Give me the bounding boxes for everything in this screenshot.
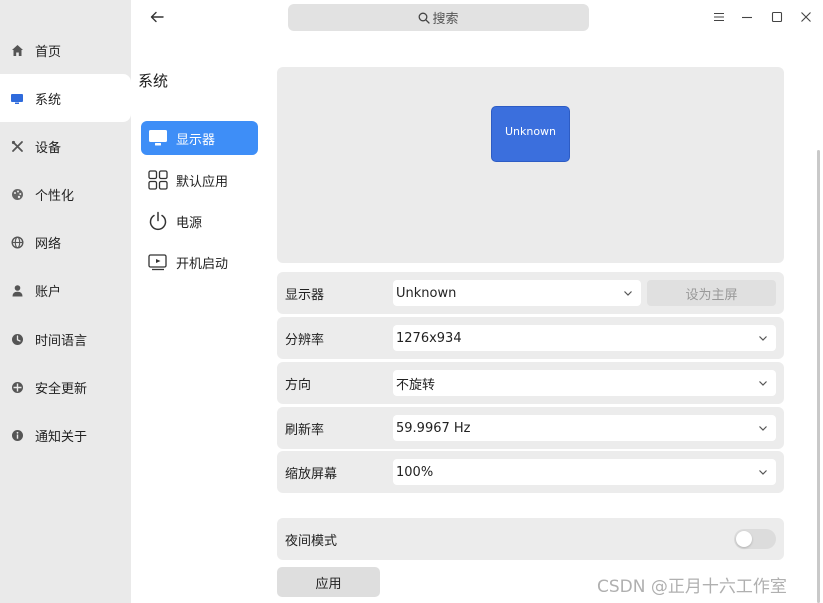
chevron-down-icon bbox=[759, 336, 767, 341]
chevron-down-icon bbox=[624, 291, 632, 296]
display-select[interactable]: Unknown bbox=[393, 280, 641, 306]
nav-item-home[interactable]: 首页 bbox=[0, 26, 131, 74]
nav-item-label: 网络 bbox=[35, 236, 62, 252]
monitor-arrangement-preview: Unknown bbox=[277, 67, 784, 263]
nav-item-security-update[interactable]: 安全更新 bbox=[0, 363, 131, 411]
nav-item-label: 首页 bbox=[35, 44, 62, 60]
globe-icon bbox=[10, 235, 24, 249]
nav-item-label: 账户 bbox=[35, 284, 62, 300]
setting-label: 方向 bbox=[285, 377, 312, 393]
section-title: 系统 bbox=[138, 72, 169, 90]
nav-item-devices[interactable]: 设备 bbox=[0, 122, 131, 170]
set-primary-button[interactable]: 设为主屏 bbox=[647, 280, 776, 306]
subnav-item-label: 显示器 bbox=[176, 132, 216, 148]
watermark: CSDN @正月十六工作室 bbox=[597, 577, 787, 597]
search-placeholder: 搜索 bbox=[432, 12, 459, 27]
subnav-item-startup[interactable]: 开机启动 bbox=[141, 245, 258, 279]
setting-row-orientation: 方向 不旋转 bbox=[277, 362, 784, 404]
subnav-item-default-apps[interactable]: 默认应用 bbox=[141, 163, 258, 197]
main-sidebar: 首页 系统 设备 个性化 网络 账户 时间语言 安全更新 通知关于 bbox=[0, 0, 131, 603]
back-button[interactable] bbox=[148, 8, 166, 26]
orientation-select[interactable]: 不旋转 bbox=[393, 370, 776, 396]
search-icon bbox=[419, 12, 431, 24]
toggle-knob bbox=[736, 531, 752, 547]
monitor-icon bbox=[10, 91, 24, 105]
subnav-item-label: 电源 bbox=[176, 215, 203, 231]
night-mode-toggle[interactable] bbox=[734, 529, 776, 549]
info-icon bbox=[10, 428, 24, 442]
select-value: 不旋转 bbox=[396, 377, 436, 393]
clock-icon bbox=[10, 332, 24, 346]
chevron-down-icon bbox=[759, 470, 767, 475]
arrow-left-icon bbox=[150, 11, 164, 23]
setting-label: 夜间模式 bbox=[285, 533, 338, 549]
minimize-icon bbox=[742, 16, 752, 19]
nav-item-label: 安全更新 bbox=[35, 381, 88, 397]
setting-row-display: 显示器 Unknown 设为主屏 bbox=[277, 272, 784, 314]
select-value: 100% bbox=[396, 464, 434, 480]
refresh-rate-select[interactable]: 59.9967 Hz bbox=[393, 415, 776, 441]
shield-icon bbox=[10, 380, 24, 394]
nav-item-label: 设备 bbox=[35, 140, 62, 156]
chevron-down-icon bbox=[759, 381, 767, 386]
scale-select[interactable]: 100% bbox=[393, 459, 776, 485]
setting-label: 分辨率 bbox=[285, 332, 325, 348]
monitor-tile[interactable]: Unknown bbox=[491, 106, 570, 162]
setting-row-refresh-rate: 刷新率 59.9967 Hz bbox=[277, 407, 784, 449]
nav-item-system[interactable]: 系统 bbox=[0, 74, 131, 122]
startup-icon bbox=[148, 252, 168, 272]
resolution-select[interactable]: 1276x934 bbox=[393, 325, 776, 351]
palette-icon bbox=[10, 187, 24, 201]
nav-item-label: 时间语言 bbox=[35, 333, 88, 349]
hamburger-icon bbox=[714, 12, 724, 22]
subnav-item-label: 开机启动 bbox=[176, 256, 229, 272]
select-value: 1276x934 bbox=[396, 330, 462, 346]
search-input[interactable]: 搜索 bbox=[288, 4, 589, 31]
nav-item-time-language[interactable]: 时间语言 bbox=[0, 315, 131, 363]
select-value: 59.9967 Hz bbox=[396, 420, 471, 436]
nav-item-label: 系统 bbox=[35, 92, 62, 108]
setting-label: 缩放屏幕 bbox=[285, 466, 338, 482]
setting-row-scale: 缩放屏幕 100% bbox=[277, 451, 784, 493]
minimize-button[interactable] bbox=[740, 10, 754, 24]
nav-item-notification-about[interactable]: 通知关于 bbox=[0, 411, 131, 459]
apply-button[interactable]: 应用 bbox=[277, 567, 380, 597]
select-value: Unknown bbox=[396, 285, 457, 301]
power-icon bbox=[148, 211, 168, 231]
user-icon bbox=[10, 283, 24, 297]
nav-item-label: 个性化 bbox=[35, 188, 75, 204]
subnav-item-label: 默认应用 bbox=[176, 174, 229, 190]
subnav-item-power[interactable]: 电源 bbox=[141, 204, 258, 238]
nav-item-network[interactable]: 网络 bbox=[0, 218, 131, 266]
setting-row-night-mode: 夜间模式 bbox=[277, 518, 784, 560]
display-icon bbox=[148, 128, 168, 148]
maximize-button[interactable] bbox=[770, 10, 784, 24]
nav-item-personalization[interactable]: 个性化 bbox=[0, 170, 131, 218]
setting-label: 显示器 bbox=[285, 287, 325, 303]
setting-label: 刷新率 bbox=[285, 422, 325, 438]
home-icon bbox=[10, 43, 24, 57]
nav-item-account[interactable]: 账户 bbox=[0, 266, 131, 314]
scrollbar[interactable] bbox=[817, 150, 820, 603]
maximize-icon bbox=[771, 11, 783, 23]
close-icon bbox=[801, 12, 811, 22]
menu-button[interactable] bbox=[712, 10, 726, 24]
setting-row-resolution: 分辨率 1276x934 bbox=[277, 317, 784, 359]
nav-item-label: 通知关于 bbox=[35, 429, 88, 445]
tools-icon bbox=[10, 139, 24, 153]
subnav-item-display[interactable]: 显示器 bbox=[141, 121, 258, 155]
close-button[interactable] bbox=[799, 10, 813, 24]
apps-grid-icon bbox=[148, 170, 168, 190]
chevron-down-icon bbox=[759, 426, 767, 431]
